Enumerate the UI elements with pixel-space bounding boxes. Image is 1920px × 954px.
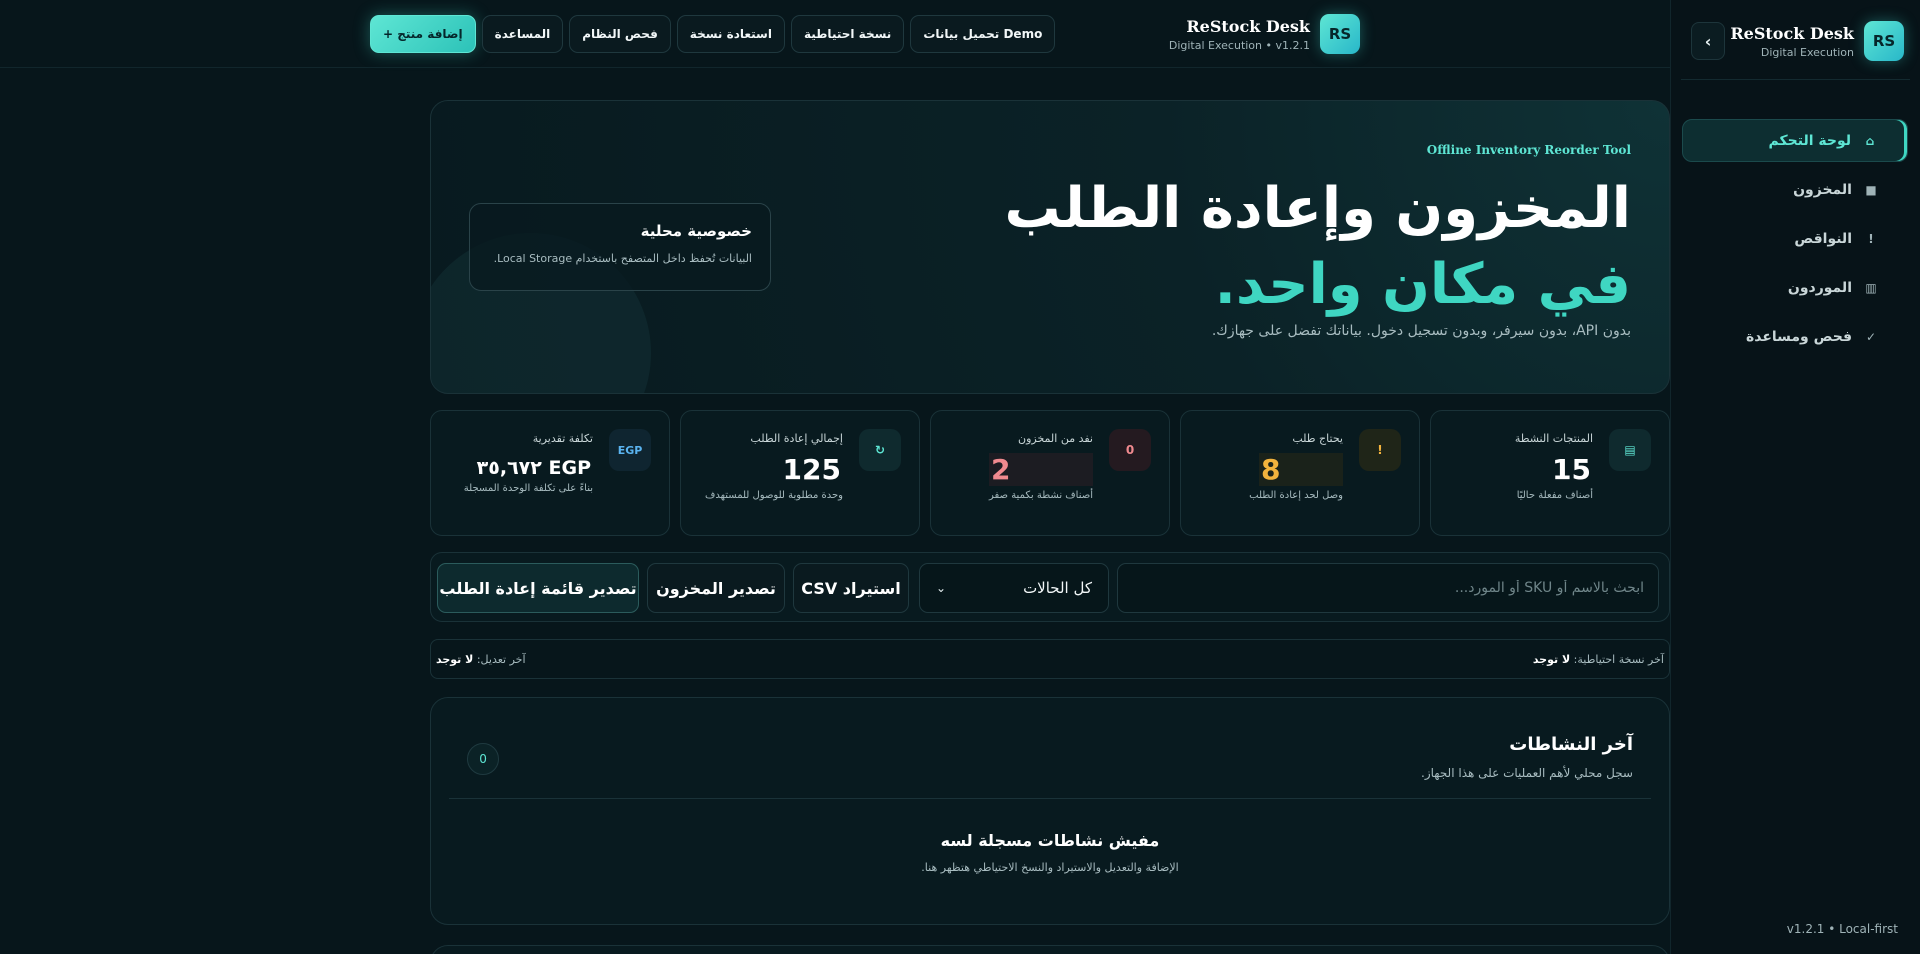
hero-title-line1: المخزون وإعادة الطلب [1004,176,1631,241]
hero-title-line2: في مكان واحد. [1214,252,1631,317]
privacy-card: خصوصية محلية البيانات تُحفظ داخل المتصفح… [469,203,771,291]
sidebar-item-label: لوحة التحكم [1768,132,1851,149]
topbar-brand: RS ReStock Desk Digital Execution • v1.2… [1169,14,1360,54]
activity-panel: آخر النشاطات سجل محلي لأهم العمليات على … [430,697,1670,925]
sidebar-item-dashboard[interactable]: ⌂ لوحة التحكم [1682,119,1908,162]
last-edit-label: آخر تعديل: [476,652,526,666]
stat-card-estimated-cost: EGP تكلفة تقديرية EGP ٣٥,٦٧٢ بناءً على ت… [430,410,670,536]
topbar-brand-text: ReStock Desk Digital Execution • v1.2.1 [1169,17,1310,52]
stat-label: المنتجات النشطة [1514,432,1593,445]
sidebar-item-check-help[interactable]: ✓ فحص ومساعدة [1682,315,1908,358]
sidebar-brand: RS ReStock Desk Digital Execution [1730,21,1904,61]
import-csv-button[interactable]: استيراد CSV [793,563,909,613]
stat-card-needs-reorder: ! يحتاج طلب 8 وصل لحد إعادة الطلب [1180,410,1420,536]
stat-value: 125 [782,453,841,486]
activity-empty-text: الإضافة والتعديل والاستيراد والنسخ الاحت… [921,861,1179,874]
hero-title: المخزون وإعادة الطلب في مكان واحد. [1004,171,1631,323]
hero-description: بدون API، بدون سيرفر، وبدون تسجيل دخول. … [1211,323,1631,339]
status-filter-select[interactable]: كل الحالات ⌄ [919,563,1109,613]
export-inventory-button[interactable]: تصدير المخزون [647,563,785,613]
alert-icon: ! [1868,231,1874,246]
activity-divider [449,798,1651,799]
sidebar-collapse-button[interactable]: › [1691,22,1725,60]
sidebar-item-shortages[interactable]: ! النواقص [1682,217,1908,260]
warning-icon: ! [1359,429,1401,471]
stat-card-out-of-stock: 0 نفد من المخزون 2 أصناف نشطة بكمية صفر [930,410,1170,536]
products-icon: ▤ [1609,429,1651,471]
sidebar-app-title: ReStock Desk [1730,23,1854,43]
sidebar-divider [1681,79,1910,80]
topbar-app-subtitle: Digital Execution • v1.2.1 [1168,38,1310,52]
suppliers-icon: ▥ [1865,280,1877,295]
stat-card-active-products: ▤ المنتجات النشطة 15 أصناف مفعلة حاليًا [1430,410,1670,536]
sidebar-nav: ⌂ لوحة التحكم ■ المخزون ! النواقص ▥ المو… [1682,119,1908,364]
stat-card-total-reorder: ↻ إجمالي إعادة الطلب 125 وحدة مطلوبة للو… [680,410,920,536]
sidebar-item-suppliers[interactable]: ▥ الموردون [1682,266,1908,309]
stat-label: تكلفة تقديرية [532,432,593,445]
sidebar-brand-text: ReStock Desk Digital Execution [1730,24,1854,59]
restore-button[interactable]: استعادة نسخة [676,15,785,53]
stat-label: يحتاج طلب [1292,432,1343,445]
status-filter-value: كل الحالات [1023,579,1092,597]
sidebar-item-label: فحص ومساعدة [1745,328,1852,345]
search-input[interactable] [1117,563,1659,613]
box-icon: ■ [1865,182,1877,197]
stats-row: ▤ المنتجات النشطة 15 أصناف مفعلة حاليًا … [430,410,1670,536]
activity-subtitle: سجل محلي لأهم العمليات على هذا الجهاز. [1421,766,1633,780]
meta-bar: آخر نسخة احتياطية: لا توجد آخر تعديل: لا… [430,639,1670,679]
chevron-down-icon: ⌄ [936,581,947,595]
stat-label: إجمالي إعادة الطلب [750,432,843,445]
hero-eyebrow: Offline Inventory Reorder Tool [1426,143,1631,157]
zero-stock-icon: 0 [1109,429,1151,471]
home-icon: ⌂ [1865,133,1875,148]
brand-logo: RS [1320,14,1360,54]
help-button[interactable]: المساعدة [481,15,564,53]
last-backup-info: آخر نسخة احتياطية: لا توجد [1533,653,1664,666]
stat-subtext: أصناف مفعلة حاليًا [1516,490,1593,501]
chevron-right-icon: › [1704,31,1712,51]
privacy-card-text: البيانات تُحفظ داخل المتصفح باستخدام Loc… [493,252,752,265]
next-panel-edge [430,945,1670,954]
last-backup-value: لا توجد [1532,652,1571,666]
load-demo-button[interactable]: تحميل بيانات Demo [910,15,1056,53]
last-edit-value: لا توجد [436,652,474,666]
filter-toolbar: كل الحالات ⌄ استيراد CSV تصدير المخزون ت… [430,552,1670,622]
last-backup-label: آخر نسخة احتياطية: [1573,652,1664,666]
sidebar-version: v1.2.1 • Local-first [1786,922,1898,936]
refresh-icon: ↻ [859,429,901,471]
brand-logo: RS [1864,21,1904,61]
currency-icon: EGP [609,429,651,471]
stat-value: 2 [989,453,1093,486]
stat-subtext: أصناف نشطة بكمية صفر [988,490,1093,501]
sidebar-item-label: المخزون [1793,181,1852,198]
hero-banner: Offline Inventory Reorder Tool المخزون و… [430,100,1670,394]
system-check-button[interactable]: فحص النظام [569,15,671,53]
stat-value: EGP ٣٥,٦٧٢ [476,457,591,479]
stat-subtext: وصل لحد إعادة الطلب [1249,490,1343,501]
check-icon: ✓ [1865,329,1877,344]
topbar-app-title: ReStock Desk [1186,16,1310,36]
topbar: RS ReStock Desk Digital Execution • v1.2… [0,0,1670,68]
sidebar-app-subtitle: Digital Execution [1760,45,1854,59]
privacy-card-title: خصوصية محلية [640,222,752,240]
stat-subtext: وحدة مطلوبة للوصول للمستهدف [705,490,843,501]
stat-value: 15 [1552,453,1591,486]
sidebar-item-label: النواقص [1794,230,1852,247]
sidebar: RS ReStock Desk Digital Execution › ⌂ لو… [1670,0,1920,954]
backup-button[interactable]: نسخة احتياطية [790,15,905,53]
sidebar-item-label: الموردون [1787,279,1852,296]
last-edit-info: آخر تعديل: لا توجد [436,653,526,666]
activity-empty-title: مفيش نشاطات مسجلة لسه [940,831,1160,850]
stat-subtext: بناءً على تكلفة الوحدة المسجلة [463,483,593,494]
stat-value: 8 [1259,453,1343,486]
topbar-actions: تحميل بيانات Demo نسخة احتياطية استعادة … [370,15,1056,53]
add-product-button[interactable]: + إضافة منتج [370,15,476,53]
export-reorder-button[interactable]: تصدير قائمة إعادة الطلب [437,563,639,613]
sidebar-item-inventory[interactable]: ■ المخزون [1682,168,1908,211]
activity-count-badge: 0 [467,743,499,775]
activity-title: آخر النشاطات [1509,734,1633,755]
stat-label: نفد من المخزون [1018,432,1093,445]
